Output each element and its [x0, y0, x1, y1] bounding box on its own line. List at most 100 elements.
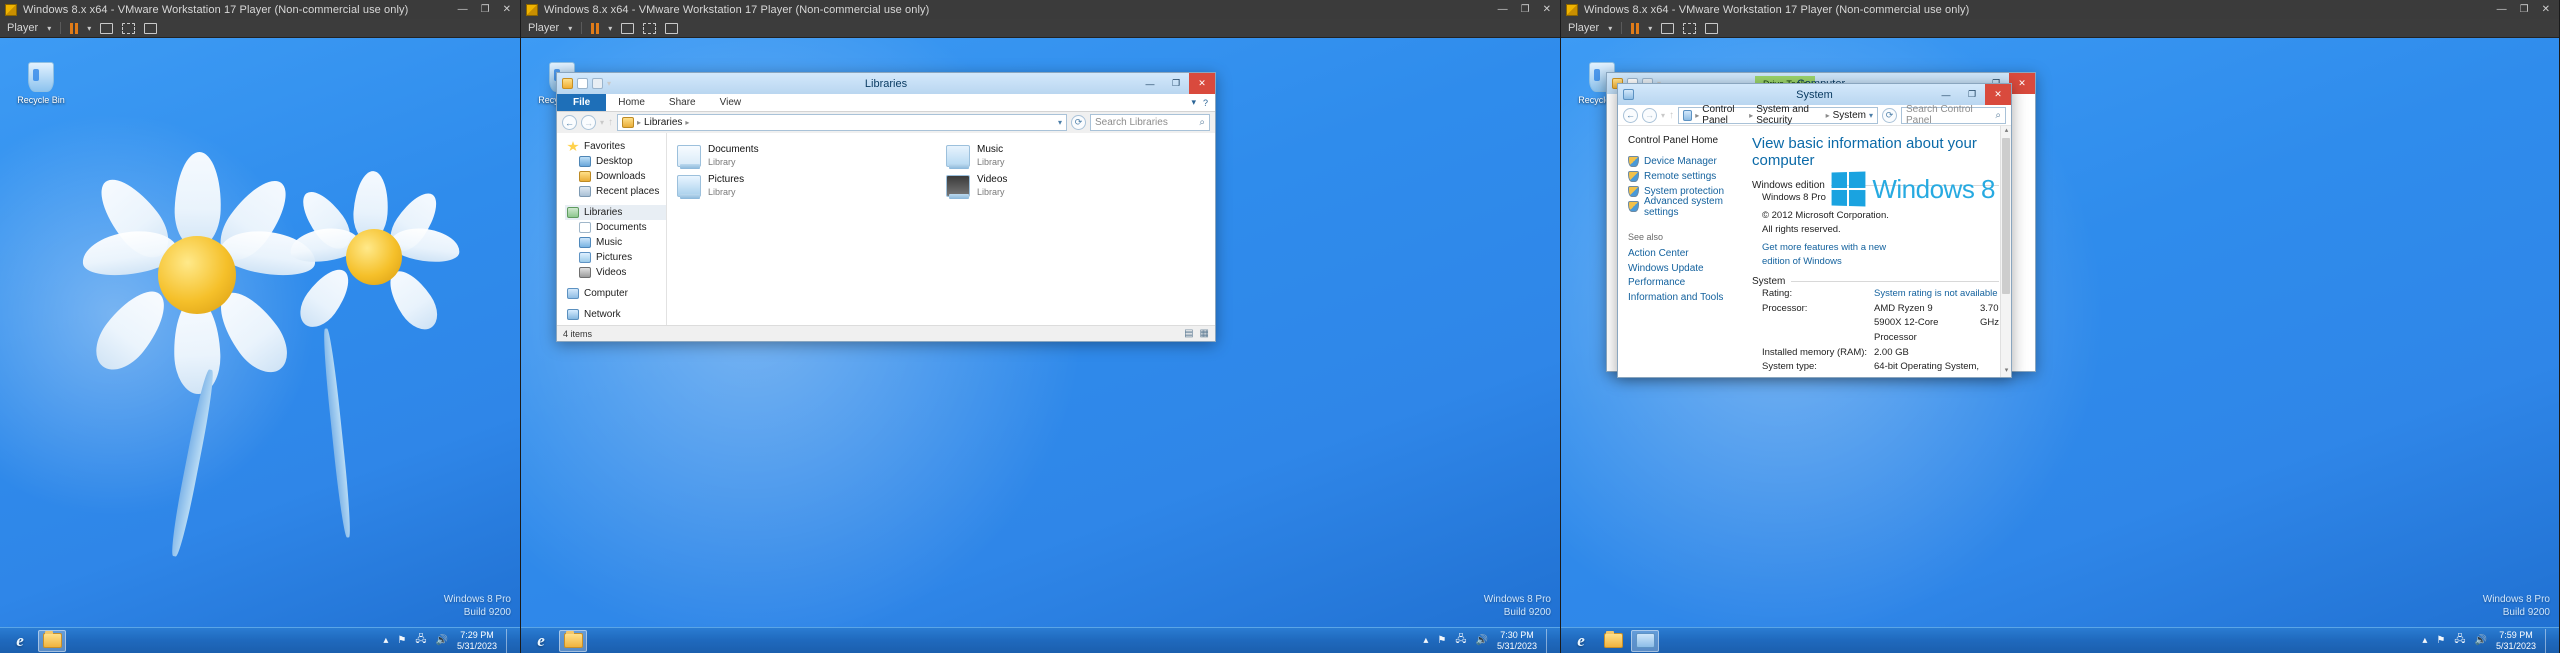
send-key-icon[interactable] — [144, 22, 158, 34]
nav-item-pictures[interactable]: Pictures — [565, 250, 666, 265]
refresh-button[interactable]: ⟳ — [1882, 107, 1897, 123]
action-center-flag-icon[interactable]: ⚑ — [2436, 635, 2445, 646]
pause-button[interactable] — [70, 22, 79, 34]
search-input[interactable]: Search Libraries ⌕ — [1090, 114, 1210, 131]
taskbar-internet-explorer-button[interactable]: e — [1567, 630, 1595, 652]
pause-button[interactable] — [591, 22, 600, 34]
spec-value[interactable]: System rating is not available — [1874, 287, 1998, 302]
nav-item-favorites[interactable]: Favorites — [565, 139, 666, 154]
close-button[interactable]: ✕ — [2542, 4, 2550, 15]
breadcrumb-system-and-security[interactable]: System and Security — [1756, 104, 1822, 126]
pause-button[interactable] — [1631, 22, 1640, 34]
tab-home[interactable]: Home — [606, 94, 657, 111]
tab-file[interactable]: File — [557, 94, 607, 111]
maximize-button[interactable]: ❐ — [1959, 84, 1985, 105]
network-icon[interactable]: 🖧 — [1455, 632, 1466, 649]
address-dropdown-icon[interactable]: ▾ — [1869, 111, 1873, 120]
chevron-down-icon[interactable]: ▾ — [607, 79, 611, 88]
sidebar-item-advanced-system-settings[interactable]: Advanced system settings — [1628, 196, 1730, 218]
show-desktop-button[interactable] — [1546, 628, 1553, 653]
close-button[interactable]: ✕ — [2009, 73, 2035, 94]
close-button[interactable]: ✕ — [503, 4, 511, 15]
player-menu-button[interactable]: Player — [1568, 22, 1599, 34]
show-hidden-icons-icon[interactable]: ▴ — [383, 635, 388, 646]
taskbar-file-explorer-button[interactable] — [559, 629, 587, 652]
scroll-down-arrow[interactable]: ▾ — [2001, 366, 2011, 377]
large-icons-view-button[interactable]: ▦ — [1200, 328, 1209, 339]
minimize-button[interactable]: — — [1498, 4, 1508, 15]
nav-item-computer[interactable]: Computer — [565, 286, 666, 301]
tab-view[interactable]: View — [708, 94, 754, 111]
system-titlebar[interactable]: System — ❐ ✕ — [1618, 84, 2011, 105]
breadcrumb-bar[interactable]: ▸ Libraries ▸ ▾ — [617, 114, 1067, 131]
nav-item-music[interactable]: Music — [565, 235, 666, 250]
recycle-bin-desktop-icon[interactable]: Recycle Bin — [11, 62, 71, 105]
up-button[interactable]: ↑ — [1669, 110, 1674, 121]
network-icon[interactable]: 🖧 — [2454, 632, 2465, 649]
network-icon[interactable]: 🖧 — [415, 632, 426, 649]
recent-locations-icon[interactable]: ▾ — [600, 118, 604, 127]
action-center-flag-icon[interactable]: ⚑ — [1437, 635, 1446, 646]
forward-button[interactable]: → — [1642, 107, 1657, 123]
minimize-button[interactable]: — — [2497, 4, 2507, 15]
scroll-up-arrow[interactable]: ▴ — [2001, 126, 2011, 137]
details-view-button[interactable]: ▤ — [1184, 328, 1193, 339]
minimize-button[interactable]: — — [1933, 84, 1959, 105]
maximize-button[interactable]: ❐ — [2520, 4, 2529, 15]
taskbar-clock-3[interactable]: 7:59 PM 5/31/2023 — [2496, 630, 2536, 651]
see-also-performance-information[interactable]: Performance Information and Tools — [1628, 276, 1730, 305]
breadcrumb-system[interactable]: System — [1833, 110, 1866, 121]
recent-locations-icon[interactable]: ▾ — [1661, 111, 1665, 120]
taskbar-control-panel-button[interactable] — [1631, 629, 1659, 652]
breadcrumb-libraries[interactable]: Libraries — [644, 117, 682, 128]
player-menu-button[interactable]: Player — [528, 22, 559, 34]
maximize-button[interactable]: ❐ — [481, 4, 490, 15]
nav-item-desktop[interactable]: Desktop — [565, 154, 666, 169]
breadcrumb-bar[interactable]: ▸ Control Panel ▸ System and Security ▸ … — [1678, 104, 1878, 126]
show-hidden-icons-icon[interactable]: ▴ — [2422, 635, 2427, 646]
close-button[interactable]: ✕ — [1543, 4, 1551, 15]
taskbar-clock-2[interactable]: 7:30 PM 5/31/2023 — [1497, 630, 1537, 651]
search-control-panel-input[interactable]: Search Control Panel ⌕ — [1901, 104, 2006, 126]
expand-ribbon-icon[interactable]: ▾ — [1191, 97, 1196, 108]
show-hidden-icons-icon[interactable]: ▴ — [1423, 635, 1428, 646]
taskbar-file-explorer-button[interactable] — [1599, 630, 1627, 652]
back-button[interactable]: ← — [1623, 107, 1638, 123]
see-also-windows-update[interactable]: Windows Update — [1628, 262, 1730, 277]
address-dropdown-icon[interactable]: ▾ — [1058, 118, 1062, 127]
maximize-button[interactable]: ❐ — [1521, 4, 1530, 15]
taskbar-internet-explorer-button[interactable]: e — [6, 630, 34, 652]
taskbar-file-explorer-button[interactable] — [38, 629, 66, 652]
close-button[interactable]: ✕ — [1189, 73, 1215, 94]
minimize-button[interactable]: — — [1137, 73, 1163, 94]
libraries-titlebar[interactable]: ▾ Libraries — ❐ ✕ — [557, 73, 1215, 94]
library-item-pictures[interactable]: Pictures Library — [677, 171, 946, 201]
breadcrumb-control-panel[interactable]: Control Panel — [1702, 104, 1746, 126]
sidebar-item-remote-settings[interactable]: Remote settings — [1628, 169, 1730, 184]
player-menu-button[interactable]: Player — [7, 22, 38, 34]
properties-icon[interactable] — [592, 78, 603, 89]
up-button[interactable]: ↑ — [608, 117, 613, 128]
volume-icon[interactable]: 🔊 — [1476, 635, 1488, 646]
action-center-flag-icon[interactable]: ⚑ — [397, 635, 406, 646]
unity-mode-icon[interactable] — [621, 22, 635, 34]
volume-icon[interactable]: 🔊 — [2475, 635, 2487, 646]
nav-item-videos[interactable]: Videos — [565, 265, 666, 280]
refresh-button[interactable]: ⟳ — [1071, 115, 1086, 130]
upgrade-link-line-1[interactable]: Get more features with a new — [1762, 241, 1999, 255]
nav-item-recent-places[interactable]: Recent places — [565, 184, 666, 199]
tab-share[interactable]: Share — [657, 94, 708, 111]
sidebar-item-device-manager[interactable]: Device Manager — [1628, 154, 1730, 169]
taskbar-clock-1[interactable]: 7:29 PM 5/31/2023 — [457, 630, 497, 651]
control-panel-home-link[interactable]: Control Panel Home — [1628, 135, 1730, 146]
show-desktop-button[interactable] — [506, 628, 513, 653]
nav-item-libraries[interactable]: Libraries — [565, 205, 666, 220]
taskbar-internet-explorer-button[interactable]: e — [527, 630, 555, 652]
library-item-videos[interactable]: Videos Library — [946, 171, 1215, 201]
library-item-documents[interactable]: Documents Library — [677, 141, 946, 171]
maximize-button[interactable]: ❐ — [1163, 73, 1189, 94]
show-desktop-button[interactable] — [2545, 628, 2552, 653]
back-button[interactable]: ← — [562, 115, 577, 130]
unity-mode-icon[interactable] — [100, 22, 114, 34]
unity-mode-icon[interactable] — [1661, 22, 1675, 34]
